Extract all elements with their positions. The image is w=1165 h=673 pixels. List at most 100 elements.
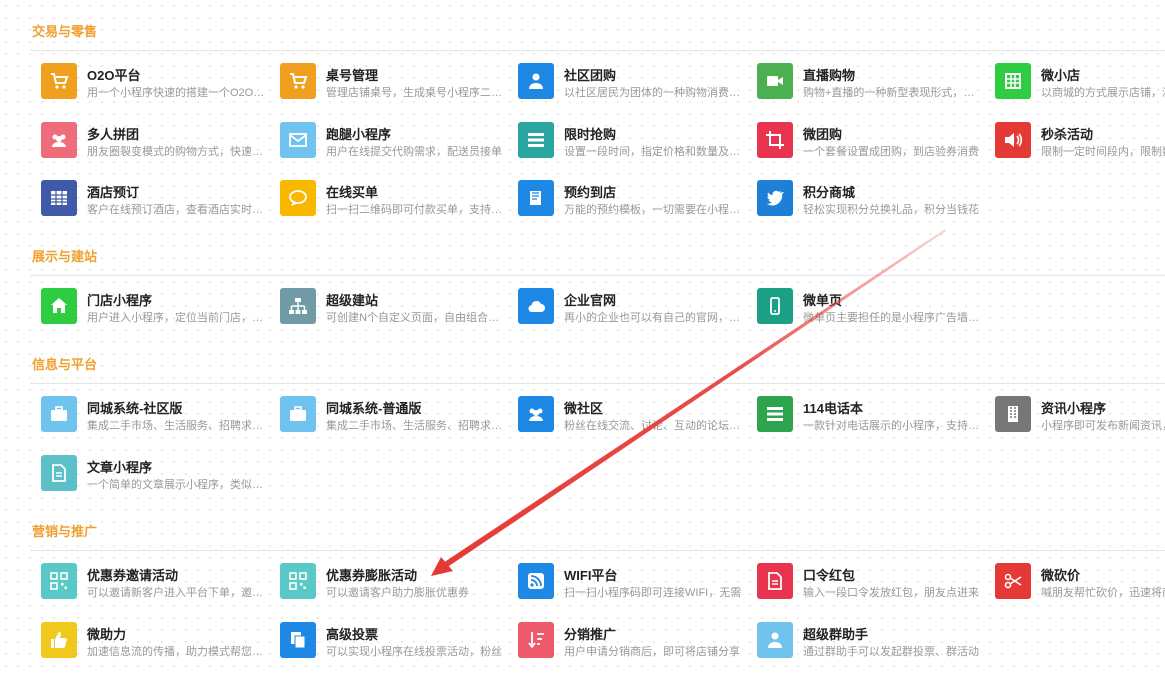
app-item[interactable]: 跑腿小程序 用户在线提交代购需求，配送员接单: [280, 121, 512, 162]
app-item-name: 优惠券邀请活动: [87, 568, 179, 583]
chat-icon: [280, 180, 316, 216]
app-item[interactable]: 优惠券膨胀活动可以邀请客户助力膨胀优惠券: [280, 563, 512, 603]
app-item-name: 门店小程序: [87, 293, 153, 308]
app-item-name: 分销推广: [564, 626, 617, 642]
app-item[interactable]: 桌号管理管理店铺桌号，生成桌号小程序二维码: [280, 63, 512, 103]
app-item-name: 优惠券膨胀活动: [326, 568, 418, 583]
app-item-name: 预约到店: [564, 185, 617, 200]
app-item-name: 秒杀活动: [1041, 126, 1094, 142]
user-icon: [757, 621, 793, 658]
app-item[interactable]: 文章小程序 一个简单的文章展示小程序，类似公众号: [41, 454, 273, 495]
app-item[interactable]: 微团购 一个套餐设置成团购，到店验券消费: [757, 121, 989, 162]
app-item[interactable]: 优惠券邀请活动 可以邀请新客户进入平台下单，邀请者: [41, 563, 273, 603]
table-icon: [41, 180, 77, 216]
app-item-description: 可创建N个自定义页面，自由组合模块: [326, 312, 506, 324]
app-item[interactable]: 同城系统-社区版 集成二手市场、生活服务、招聘求职等: [41, 396, 273, 436]
app-item-name: 社区团购: [564, 68, 617, 83]
app-item[interactable]: 超级建站可创建N个自定义页面，自由组合模块: [280, 288, 512, 328]
app-item[interactable]: 门店小程序用户进入小程序，定位当前门店，一键: [41, 288, 273, 328]
app-item-name: 积分商城: [803, 185, 856, 200]
app-item-description: 购物+直播的一种新型表现形式，让用户: [803, 87, 983, 99]
mail-icon: [280, 121, 316, 158]
app-item-description: 可以邀请客户助力膨胀优惠券: [326, 587, 469, 599]
briefcase-icon: [41, 396, 77, 432]
app-item[interactable]: O2O平台用一个小程序快速的搭建一个O2O平台: [41, 63, 273, 103]
app-item[interactable]: 114电话本 一款针对电话展示的小程序，支持商家: [757, 396, 989, 436]
app-item-description: 万能的预约模板，一切需要在小程序中: [564, 204, 744, 216]
sitemap-icon: [280, 288, 316, 324]
app-item-description: 轻松实现积分兑换礼品，积分当钱花: [803, 204, 979, 216]
app-item-description: 输入一段口令发放红包，朋友点进来: [803, 587, 979, 599]
app-item[interactable]: 微砍价 喊朋友帮忙砍价，迅速将商: [995, 563, 1165, 603]
app-item-description: 用户在线提交代购需求，配送员接单: [326, 145, 502, 158]
app-item[interactable]: 秒杀活动限制一定时间段内，限制数量: [995, 121, 1165, 162]
mobile-icon: [757, 288, 793, 324]
app-item[interactable]: 微小店以商城的方式展示店铺，浏览: [995, 63, 1165, 103]
section-divider: [30, 550, 1165, 551]
app-item-description: 客户在线预订酒店，查看酒店实时房态: [87, 204, 267, 216]
section-divider: [30, 275, 1165, 276]
grid-icon: [995, 63, 1031, 99]
cart-icon: [41, 63, 77, 99]
video-icon: [757, 63, 793, 99]
app-item[interactable]: 直播购物 购物+直播的一种新型表现形式，让用户: [757, 63, 989, 103]
app-item[interactable]: 限时抢购 设置一段时间，指定价格和数量及商品: [518, 121, 750, 162]
group-icon: [518, 396, 554, 432]
app-item[interactable]: 微社区粉丝在线交流、讨论、互动的论坛社区: [518, 396, 750, 436]
section-title: 营销与推广: [32, 524, 98, 539]
app-item-description: 以商城的方式展示店铺，浏览: [1041, 87, 1165, 99]
app-item-name: O2O平台: [87, 68, 141, 83]
app-item[interactable]: 同城系统-普通版 集成二手市场、生活服务、招聘求职等: [280, 396, 512, 436]
app-item[interactable]: 企业官网 再小的企业也可以有自己的官网，展示: [518, 288, 750, 328]
app-item[interactable]: 酒店预订客户在线预订酒店，查看酒店实时房态: [41, 180, 273, 220]
app-item-description: 限制一定时间段内，限制数量: [1041, 145, 1165, 158]
app-item[interactable]: 资讯小程序 小程序即可发布新闻资讯，: [995, 396, 1165, 436]
app-item[interactable]: 微助力 加速信息流的传播，助力模式帮您吸粉: [41, 621, 273, 662]
app-item-name: 在线买单: [326, 185, 379, 200]
app-item-name: WIFI平台: [564, 568, 618, 583]
app-item-name: 微社区: [564, 401, 604, 416]
app-item[interactable]: 分销推广用户申请分销商后，即可将店铺分享: [518, 621, 750, 662]
app-item-name: 超级建站: [326, 293, 379, 308]
app-item[interactable]: 预约到店万能的预约模板，一切需要在小程序中: [518, 180, 750, 220]
app-item[interactable]: 积分商城轻松实现积分兑换礼品，积分当钱花: [757, 180, 989, 220]
book-icon: [518, 180, 554, 216]
section-divider: [30, 383, 1165, 384]
app-item-description: 朋友圈裂变模式的购物方式，快速吸粉: [87, 145, 267, 158]
cloud-icon: [518, 288, 554, 324]
app-item-description: 用户申请分销商后，即可将店铺分享: [564, 645, 740, 658]
app-item-description: 粉丝在线交流、讨论、互动的论坛社区: [564, 420, 744, 432]
home-icon: [41, 288, 77, 324]
app-item[interactable]: 高级投票 可以实现小程序在线投票活动，粉丝: [280, 621, 512, 662]
app-item-name: 多人拼团: [87, 126, 140, 142]
app-item-name: 桌号管理: [326, 68, 379, 83]
app-item-description: 设置一段时间，指定价格和数量及商品: [564, 145, 744, 158]
app-item[interactable]: 口令红包 输入一段口令发放红包，朋友点进来: [757, 563, 989, 603]
bird-icon: [757, 180, 793, 216]
list-icon: [757, 396, 793, 432]
app-item[interactable]: 超级群助手 通过群助手可以发起群投票、群活动: [757, 621, 989, 662]
app-item-description: 用一个小程序快速的搭建一个O2O平台: [87, 87, 267, 99]
app-item-description: 一个套餐设置成团购，到店验券消费: [803, 145, 979, 158]
list-icon: [518, 121, 554, 158]
app-item-description: 微单页主要担任的是小程序广告墙的角色: [803, 312, 983, 324]
scissors-icon: [995, 563, 1031, 599]
app-item[interactable]: 社区团购 以社区居民为团体的一种购物消费行为: [518, 63, 750, 103]
app-item[interactable]: 在线买单 扫一扫二维码即可付款买单，支持多种: [280, 180, 512, 220]
app-item-description: 再小的企业也可以有自己的官网，展示: [564, 312, 744, 324]
app-item-name: 酒店预订: [87, 185, 140, 200]
section-title: 展示与建站: [32, 249, 98, 264]
copy-icon: [280, 621, 316, 658]
app-item-name: 超级群助手: [803, 626, 869, 642]
app-item-description: 用户进入小程序，定位当前门店，一键: [87, 312, 267, 324]
building-icon: [995, 396, 1031, 432]
app-item[interactable]: WIFI平台扫一扫小程序码即可连接WIFI，无需: [518, 563, 750, 603]
app-item-description: 扫一扫小程序码即可连接WIFI，无需: [564, 587, 742, 599]
app-item[interactable]: 多人拼团朋友圈裂变模式的购物方式，快速吸粉: [41, 121, 273, 162]
app-item-description: 一款针对电话展示的小程序，支持商家: [803, 420, 983, 432]
app-item-description: 管理店铺桌号，生成桌号小程序二维码: [326, 87, 506, 99]
app-item-name: 资讯小程序: [1041, 401, 1107, 416]
app-item-description: 集成二手市场、生活服务、招聘求职等: [87, 420, 267, 432]
app-item-description: 喊朋友帮忙砍价，迅速将商: [1041, 587, 1165, 599]
app-item[interactable]: 微单页 微单页主要担任的是小程序广告墙的角色: [757, 288, 989, 328]
